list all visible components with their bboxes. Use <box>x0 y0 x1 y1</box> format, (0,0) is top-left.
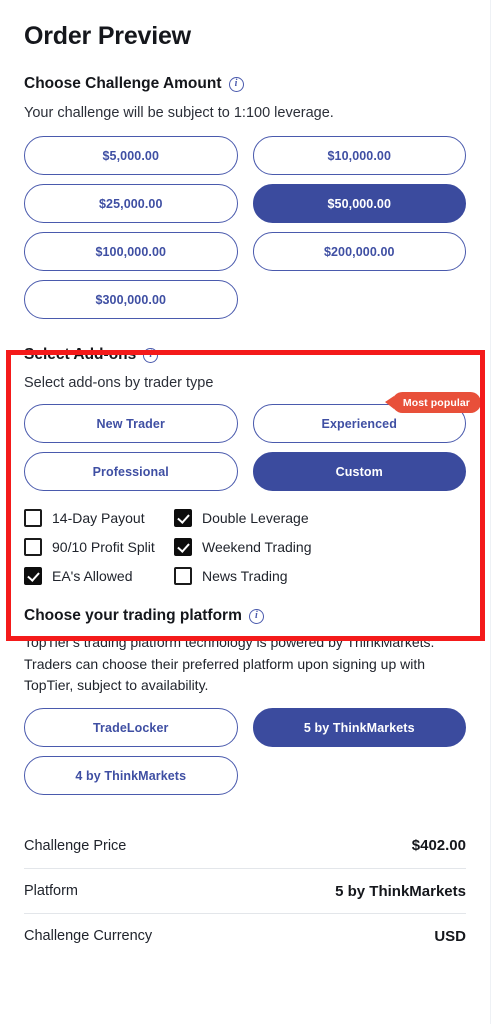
addon-checkbox-label: 14-Day Payout <box>52 510 145 527</box>
platform-options: TradeLocker 5 by ThinkMarkets 4 by ThinkMa… <box>24 708 466 796</box>
challenge-amount-option-label: $200,000.00 <box>323 244 395 259</box>
summary-row-value: $402.00 <box>411 837 466 855</box>
challenge-amount-option-label: $5,000.00 <box>102 148 159 163</box>
checkbox-unchecked-icon[interactable] <box>24 538 42 557</box>
addon-checkbox-3[interactable]: Weekend Trading <box>174 538 466 557</box>
addon-checkbox-2[interactable]: 90/10 Profit Split <box>24 538 174 557</box>
checkbox-checked-icon[interactable] <box>174 509 192 528</box>
trader-type-option-2[interactable]: Professional <box>24 452 238 492</box>
trader-type-option-1[interactable]: Experienced Most popular <box>252 392 481 444</box>
info-icon[interactable]: i <box>143 347 159 363</box>
challenge-amount-option-3[interactable]: $50,000.00 <box>252 184 466 224</box>
trader-type-option-3[interactable]: Custom <box>252 452 466 492</box>
addons-heading-label: Select Add-ons <box>24 346 137 364</box>
summary-row: Platform 5 by ThinkMarkets <box>24 868 466 913</box>
platform-option-2[interactable]: 4 by ThinkMarkets <box>24 756 238 796</box>
addon-checkbox-label: News Trading <box>202 568 288 585</box>
challenge-amount-option-label: $100,000.00 <box>95 244 167 259</box>
trader-type-option-label: Custom <box>335 464 383 479</box>
summary-row-label: Challenge Currency <box>24 928 153 945</box>
platform-heading: Choose your trading platform i <box>24 607 466 625</box>
challenge-amount-option-2[interactable]: $25,000.00 <box>24 184 238 224</box>
summary-row-value: 5 by ThinkMarkets <box>335 882 466 900</box>
challenge-amount-option-6[interactable]: $300,000.00 <box>24 280 238 320</box>
addon-checkbox-1[interactable]: Double Leverage <box>174 509 466 528</box>
challenge-amount-option-1[interactable]: $10,000.00 <box>252 136 466 176</box>
platform-heading-label: Choose your trading platform <box>24 607 242 625</box>
trader-type-option-label: Experienced <box>321 416 397 431</box>
summary-row-label: Platform <box>24 883 78 900</box>
platform-description: TopTier's trading platform technology is… <box>24 634 435 694</box>
trader-type-option-0[interactable]: New Trader <box>24 404 238 444</box>
order-preview-page: Order Preview Choose Challenge Amount i … <box>0 0 501 1024</box>
addon-checkbox-label: 90/10 Profit Split <box>52 539 155 556</box>
challenge-amount-option-label: $10,000.00 <box>327 148 392 163</box>
platform-option-label: TradeLocker <box>93 720 169 735</box>
info-icon[interactable]: i <box>248 608 264 624</box>
checkbox-checked-icon[interactable] <box>24 567 42 586</box>
challenge-amount-option-label: $25,000.00 <box>98 196 163 211</box>
addon-checkbox-0[interactable]: 14-Day Payout <box>24 509 174 528</box>
challenge-amount-heading: Choose Challenge Amount i <box>24 75 466 93</box>
addon-checkbox-4[interactable]: EA's Allowed <box>24 567 174 586</box>
addons-subtitle: Select add-ons by trader type <box>24 375 214 392</box>
challenge-amount-option-4[interactable]: $100,000.00 <box>24 232 238 272</box>
checkbox-checked-icon[interactable] <box>174 538 192 557</box>
addon-checkbox-label: Double Leverage <box>202 510 309 527</box>
addon-checkbox-label: EA's Allowed <box>52 568 133 585</box>
challenge-amount-heading-label: Choose Challenge Amount <box>24 75 222 92</box>
addons-heading: Select Add-ons i <box>24 346 466 364</box>
summary-row-value: USD <box>434 927 466 945</box>
platform-option-0[interactable]: TradeLocker <box>24 708 238 748</box>
trader-type-options: New Trader Experienced Most popular Profess… <box>24 392 481 492</box>
trader-type-option-label: New Trader <box>96 416 165 431</box>
challenge-amount-option-0[interactable]: $5,000.00 <box>24 136 238 176</box>
platform-option-1[interactable]: 5 by ThinkMarkets <box>252 708 466 748</box>
summary-row-label: Challenge Price <box>24 837 127 854</box>
summary-table: Challenge Price $402.00 Platform 5 by Think… <box>24 823 466 958</box>
page-content: Order Preview Choose Challenge Amount i … <box>0 0 491 1024</box>
challenge-amount-subtitle: Your challenge will be subject to 1:100 … <box>24 105 334 121</box>
page-title: Order Preview <box>24 22 191 50</box>
summary-row: Challenge Currency USD <box>24 913 466 958</box>
checkbox-unchecked-icon[interactable] <box>174 567 192 586</box>
addon-checkbox-5[interactable]: News Trading <box>174 567 466 586</box>
trader-type-option-label: Professional <box>92 464 169 479</box>
addon-checkbox-list: 14-Day Payout Double Leverage 90/10 Profit… <box>24 509 466 586</box>
info-icon[interactable]: i <box>228 76 244 92</box>
challenge-amount-option-5[interactable]: $200,000.00 <box>252 232 466 272</box>
checkbox-unchecked-icon[interactable] <box>24 509 42 528</box>
summary-row: Challenge Price $402.00 <box>24 823 466 868</box>
platform-option-label: 5 by ThinkMarkets <box>303 720 415 735</box>
challenge-amount-option-label: $50,000.00 <box>327 196 392 211</box>
addon-checkbox-label: Weekend Trading <box>202 539 312 556</box>
challenge-amount-option-label: $300,000.00 <box>95 292 167 307</box>
platform-option-label: 4 by ThinkMarkets <box>75 768 187 783</box>
challenge-amount-options: $5,000.00 $10,000.00 $25,000.00 $50,000.00 $… <box>24 136 466 320</box>
